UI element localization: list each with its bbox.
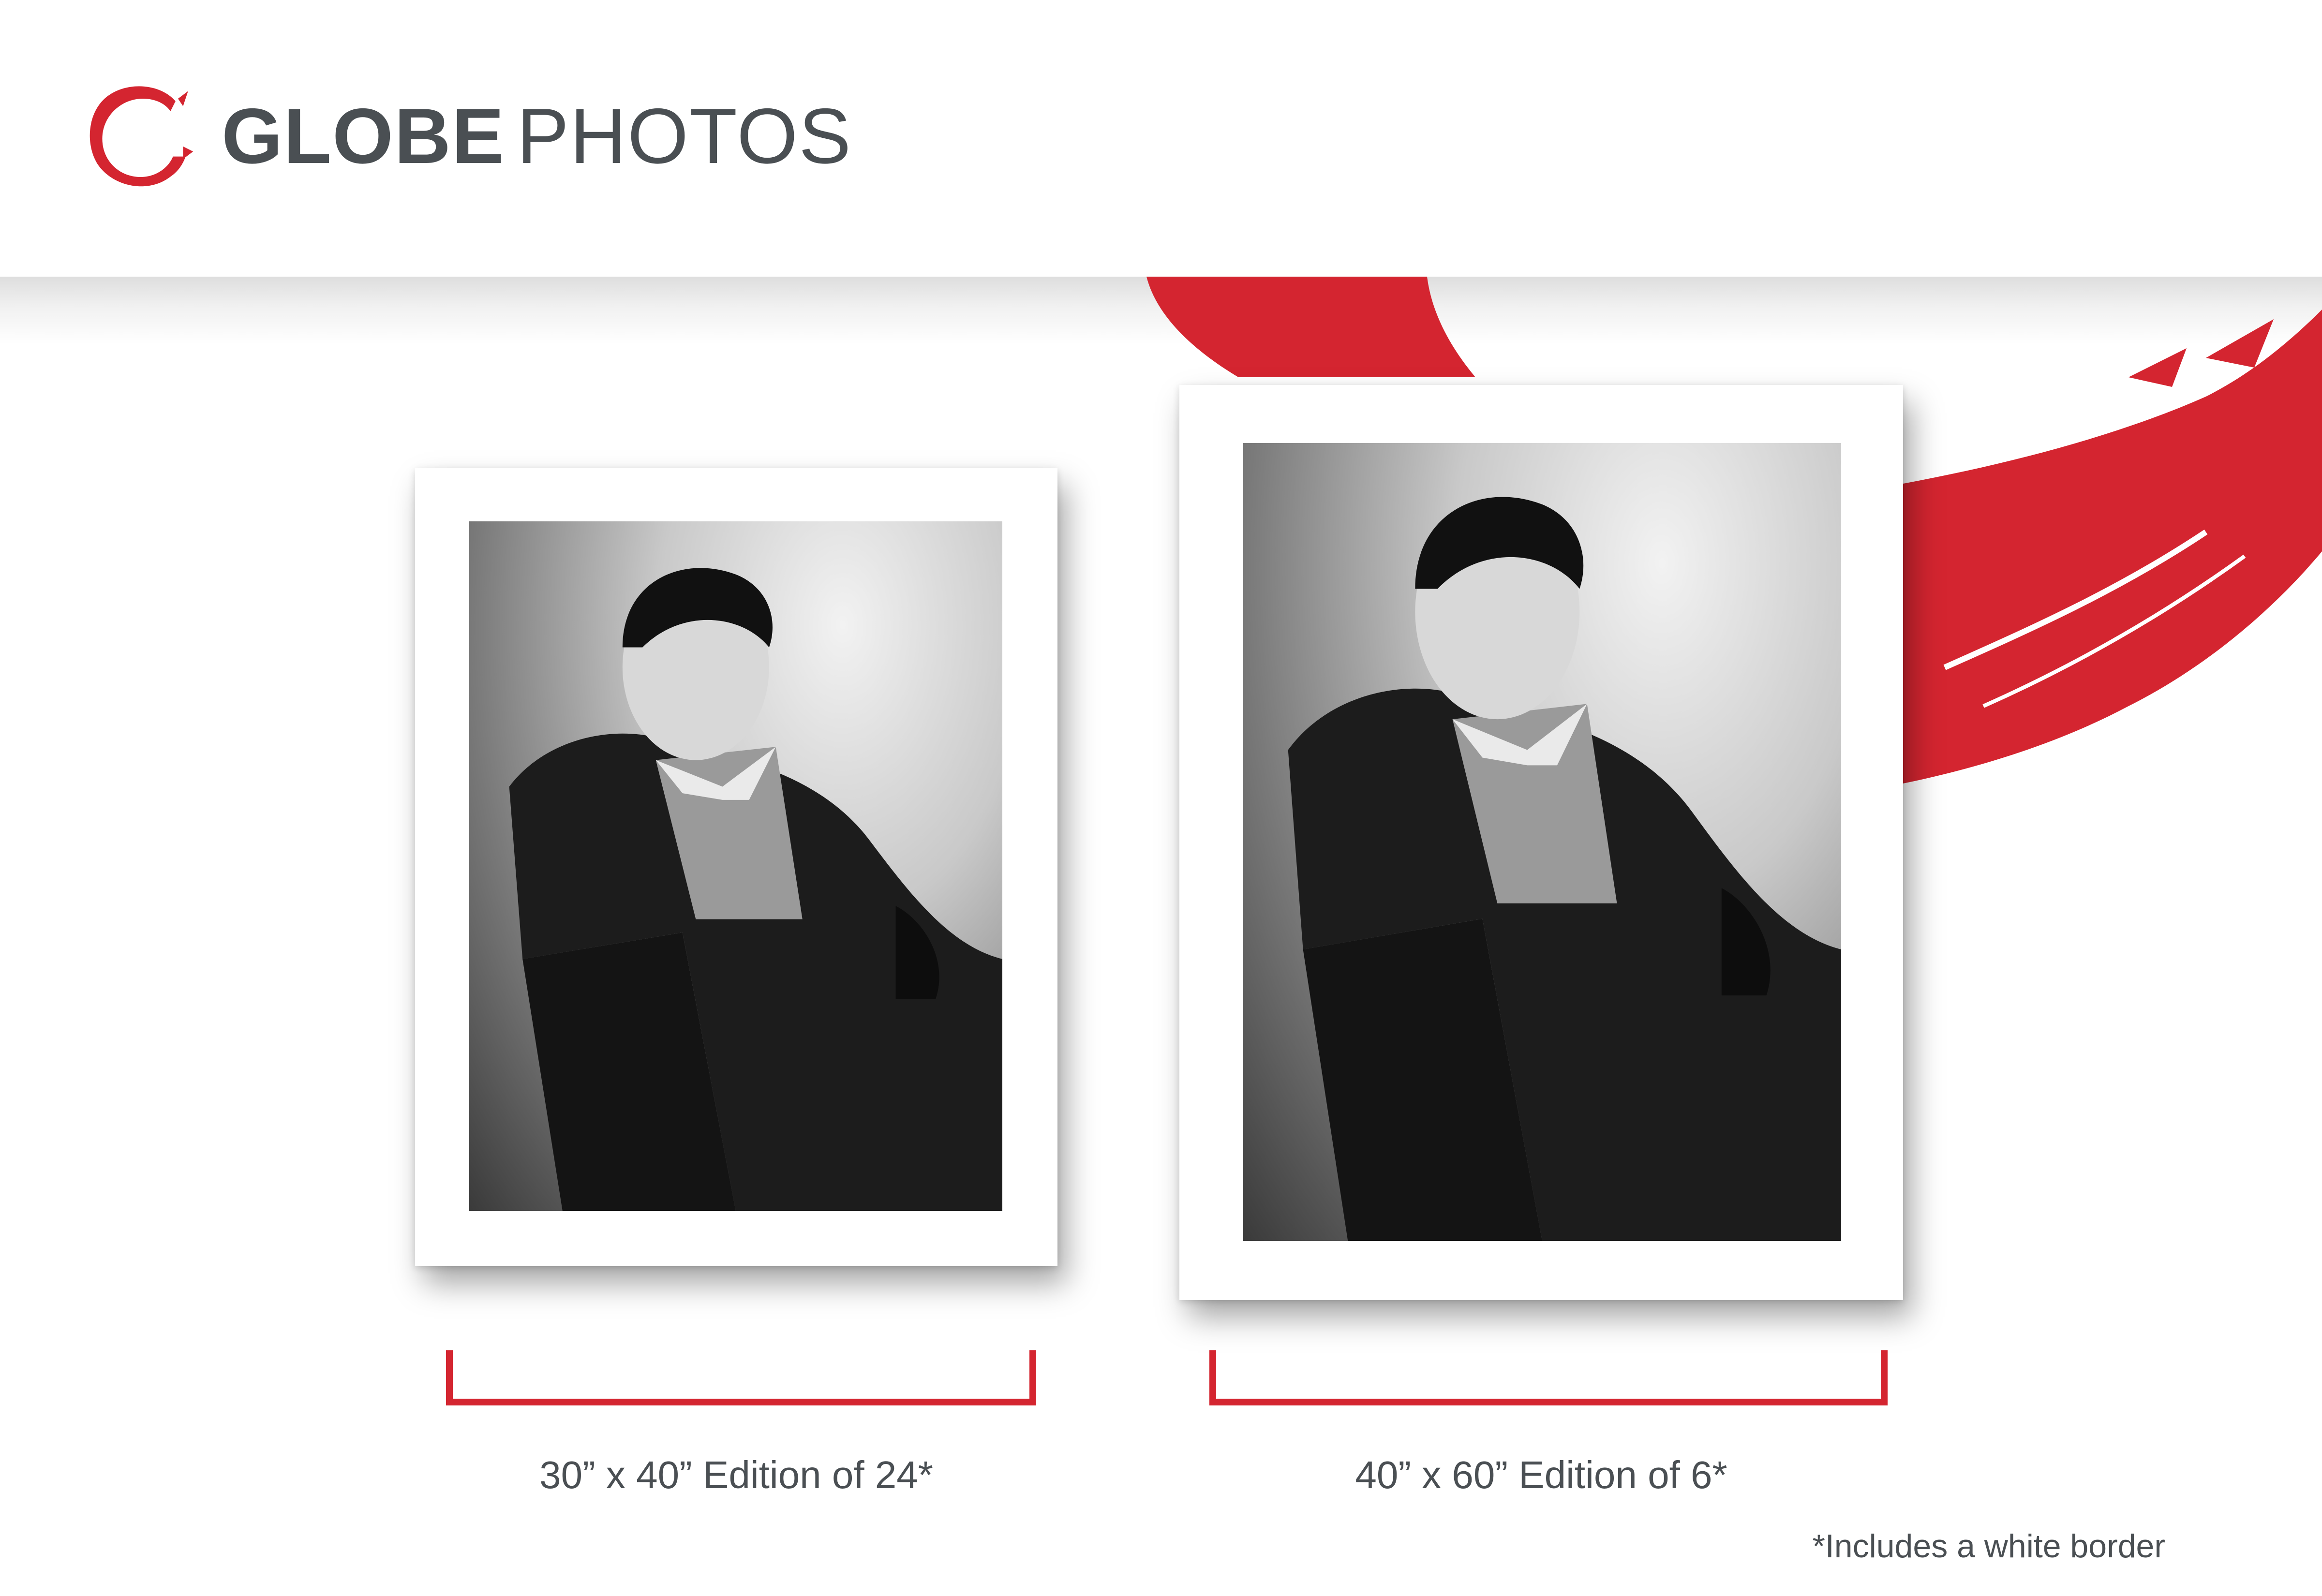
print-large-40x60[interactable]: [1179, 385, 1903, 1300]
header: GLOBE PHOTOS: [0, 0, 2322, 277]
portrait-photo: [469, 521, 1002, 1211]
portrait-figure-image: [1288, 497, 1841, 1241]
brand-name: GLOBE PHOTOS: [222, 97, 852, 176]
border-footnote: *Includes a white border: [1812, 1528, 2165, 1565]
print-small-30x40[interactable]: [415, 468, 1057, 1266]
print-size-label-large: 40” x 60” Edition of 6*: [1355, 1453, 1727, 1496]
brand-name-bold: GLOBE: [222, 92, 506, 180]
size-bracket-large: [1209, 1350, 1888, 1405]
print-size-label-small: 30” x 40” Edition of 24*: [539, 1453, 933, 1496]
globe-photos-logo[interactable]: GLOBE PHOTOS: [77, 74, 852, 199]
portrait-photo: [1243, 443, 1841, 1241]
brand-name-light: PHOTOS: [517, 92, 852, 180]
size-bracket-small: [446, 1350, 1036, 1405]
portrait-figure-image: [509, 568, 1002, 1211]
red-brush-circle-icon: [89, 86, 194, 187]
